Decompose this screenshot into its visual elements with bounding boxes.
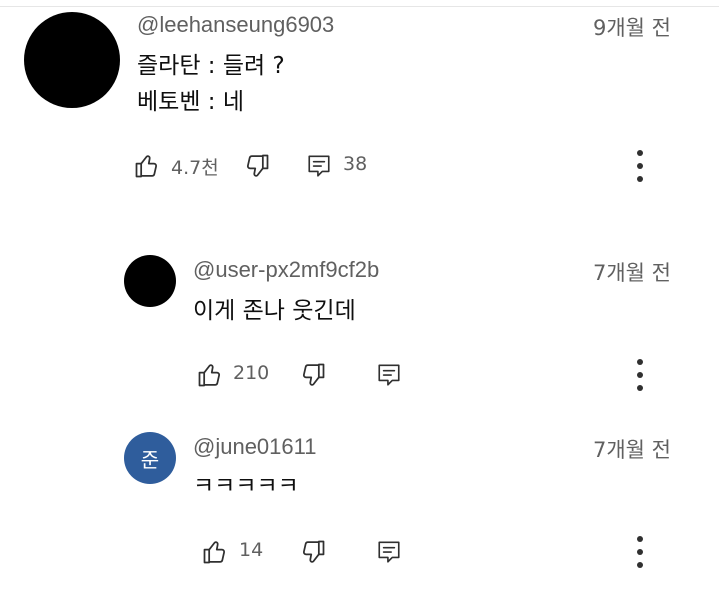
like-count: 14 [239,539,264,561]
more-button[interactable] [630,534,650,570]
reply-button[interactable] [376,359,402,391]
comment-actions: 14 [201,536,693,568]
comment-text-line: 이게 존나 웃긴데 [193,298,356,324]
comment-text-line: 즐라탄 : 들려 ? [137,53,285,79]
comment-actions: 210 [196,359,693,391]
reply-count[interactable]: 38 [343,153,367,175]
thumbs-up-icon [203,541,226,564]
avatar[interactable] [24,12,120,108]
thumbs-up-icon [135,155,158,178]
avatar[interactable] [124,255,176,307]
comment-author[interactable]: @june01611 [193,434,316,460]
more-vert-icon [637,536,643,568]
comment-author[interactable]: @user-px2mf9cf2b [193,257,379,283]
more-vert-icon [637,359,643,391]
like-button[interactable] [196,359,224,391]
more-vert-icon [637,150,643,182]
like-button[interactable] [201,536,229,568]
reply-comment: @user-px2mf9cf2b 7개월 전 이게 존나 웃긴데 210 [0,240,719,410]
comment-time: 7개월 전 [593,261,671,285]
reply-icon [308,155,330,177]
avatar-initial: 준 [140,447,160,472]
dislike-button[interactable] [299,536,327,568]
reply-icon [378,364,400,386]
dislike-button[interactable] [299,359,327,391]
more-button[interactable] [630,357,650,393]
comment-text-line: 베토벤 : 네 [137,89,245,115]
like-count: 210 [233,362,270,384]
comment-time: 7개월 전 [593,438,671,462]
reply-comment: 준 @june01611 7개월 전 ㅋㅋㅋㅋㅋ 14 [0,420,719,600]
comment-time: 9개월 전 [593,16,671,40]
thumbs-up-icon [198,364,221,387]
thumbs-down-icon [246,154,269,177]
thumbs-down-icon [302,540,325,563]
reply-button[interactable] [376,536,402,568]
thumbs-down-icon [302,363,325,386]
more-button[interactable] [630,148,650,184]
like-button[interactable] [133,150,161,182]
comment-actions: 4.7천 38 [133,150,693,182]
reply-icon [378,541,400,563]
reply-button[interactable] [306,150,332,182]
comment-text-line: ㅋㅋㅋㅋㅋ [193,473,299,499]
avatar[interactable]: 준 [124,432,176,484]
like-count: 4.7천 [171,157,219,179]
comment-thread: @leehanseung6903 9개월 전 즐라탄 : 들려 ? 베토벤 : … [0,0,719,200]
comment-author[interactable]: @leehanseung6903 [137,12,334,38]
dislike-button[interactable] [243,150,271,182]
